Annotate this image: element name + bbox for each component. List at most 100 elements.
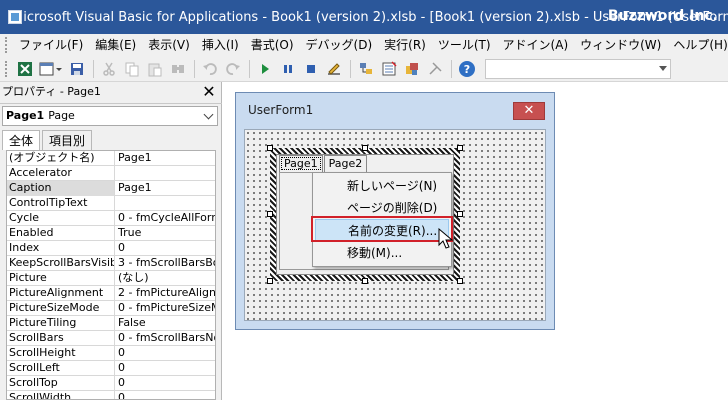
toolbox-icon[interactable] xyxy=(424,58,446,80)
resize-handle[interactable] xyxy=(362,145,368,151)
resize-handle[interactable] xyxy=(267,145,273,151)
property-row[interactable]: ScrollLeft 0 xyxy=(7,361,215,376)
property-name: Caption xyxy=(7,181,115,196)
design-mode-icon[interactable] xyxy=(323,58,345,80)
property-row[interactable]: Accelerator xyxy=(7,166,215,181)
menu-format[interactable]: 書式(O) xyxy=(245,34,300,56)
property-row[interactable]: ScrollHeight 0 xyxy=(7,346,215,361)
save-icon[interactable] xyxy=(66,58,88,80)
menu-insert[interactable]: 挿入(I) xyxy=(196,34,245,56)
property-row[interactable]: Cycle0 - fmCycleAllForms xyxy=(7,211,215,226)
property-name: Enabled xyxy=(7,226,115,241)
menu-window[interactable]: ウィンドウ(W) xyxy=(574,34,667,56)
toolbar-separator xyxy=(451,59,452,78)
property-row[interactable]: PictureTiling False xyxy=(7,316,215,331)
tab-page1[interactable]: Page1 xyxy=(279,155,323,172)
property-name: ScrollWidth xyxy=(7,391,115,399)
property-row[interactable]: PictureSizeMode0 - fmPictureSizeModeClip xyxy=(7,301,215,316)
property-row[interactable]: ScrollBars0 - fmScrollBarsNone xyxy=(7,331,215,346)
object-name: Page1 xyxy=(6,109,45,122)
property-row[interactable]: ScrollWidth 0 xyxy=(7,391,215,399)
property-value[interactable]: 0 - fmPictureSizeModeClip xyxy=(115,301,215,316)
property-value[interactable]: 0 - fmScrollBarsNone xyxy=(115,331,215,346)
property-row[interactable]: Caption Page1 xyxy=(7,181,215,196)
resize-handle[interactable] xyxy=(362,278,368,284)
property-row[interactable]: KeepScrollBarsVisible3 - fmScrollBarsBot… xyxy=(7,256,215,271)
property-value[interactable]: Page1 xyxy=(115,181,215,196)
menubar-grip[interactable] xyxy=(5,37,7,53)
resize-handle[interactable] xyxy=(267,278,273,284)
properties-tabs: 全体 項目別 xyxy=(2,130,94,150)
property-value[interactable]: Page1 xyxy=(115,151,215,166)
menu-file[interactable]: ファイル(F) xyxy=(13,34,89,56)
standard-toolbar: ? xyxy=(0,56,728,82)
property-value[interactable]: True xyxy=(115,226,215,241)
excel-view-icon[interactable] xyxy=(14,58,36,80)
menu-run[interactable]: 実行(R) xyxy=(378,34,432,56)
property-value[interactable]: 2 - fmPictureAlignmentCenter xyxy=(115,286,215,301)
title-bar: Microsoft Visual Basic for Applications … xyxy=(0,0,728,34)
property-value[interactable]: 0 - fmCycleAllForms xyxy=(115,211,215,226)
menu-tools[interactable]: ツール(T) xyxy=(432,34,497,56)
toolbar-separator xyxy=(249,59,250,78)
properties-window-icon[interactable] xyxy=(378,58,400,80)
resize-handle[interactable] xyxy=(457,145,463,151)
property-value[interactable] xyxy=(115,196,215,211)
property-value[interactable]: 0 xyxy=(115,361,215,376)
property-row[interactable]: PictureAlignment2 - fmPictureAlignmentCe… xyxy=(7,286,215,301)
property-value[interactable]: 0 xyxy=(115,346,215,361)
property-grid: (オブジェクト名) Page1 Accelerator Caption Page1 … xyxy=(6,150,216,400)
object-selector[interactable]: Page1 Page xyxy=(2,106,218,126)
toolbar-combo[interactable] xyxy=(485,58,671,79)
toolbar-grip[interactable] xyxy=(5,60,8,77)
paste-icon[interactable] xyxy=(144,58,166,80)
menu-view[interactable]: 表示(V) xyxy=(142,34,196,56)
menu-edit[interactable]: 編集(E) xyxy=(89,34,142,56)
property-row[interactable]: (オブジェクト名) Page1 xyxy=(7,151,215,166)
close-icon[interactable]: ✕ xyxy=(201,84,217,100)
menu-item-move[interactable]: 移動(M)... xyxy=(313,242,451,264)
property-name: Cycle xyxy=(7,211,115,226)
property-name: Picture xyxy=(7,271,115,286)
resize-handle[interactable] xyxy=(457,278,463,284)
find-icon[interactable] xyxy=(167,58,189,80)
menu-addins[interactable]: アドイン(A) xyxy=(497,34,575,56)
undo-icon[interactable] xyxy=(199,58,221,80)
property-row[interactable]: ControlTipText xyxy=(7,196,215,211)
userform-title: UserForm1 xyxy=(248,103,314,117)
property-value[interactable]: (なし) xyxy=(115,271,215,286)
resize-handle[interactable] xyxy=(267,211,273,217)
property-value[interactable]: 0 xyxy=(115,376,215,391)
insert-userform-icon[interactable] xyxy=(37,58,65,80)
menu-help[interactable]: ヘルプ(H) xyxy=(667,34,728,56)
menu-item-new-page[interactable]: 新しいページ(N) xyxy=(313,175,451,197)
help-icon[interactable]: ? xyxy=(456,58,478,80)
property-row[interactable]: ScrollTop 0 xyxy=(7,376,215,391)
menu-debug[interactable]: デバッグ(D) xyxy=(300,34,379,56)
tab-page2[interactable]: Page2 xyxy=(323,155,368,172)
property-name: ScrollLeft xyxy=(7,361,115,376)
tab-categorized[interactable]: 項目別 xyxy=(42,130,93,150)
property-value[interactable]: 3 - fmScrollBarsBoth xyxy=(115,256,215,271)
run-icon[interactable] xyxy=(254,58,276,80)
copy-icon[interactable] xyxy=(121,58,143,80)
object-browser-icon[interactable] xyxy=(401,58,423,80)
redo-icon[interactable] xyxy=(222,58,244,80)
property-value[interactable]: False xyxy=(115,316,215,331)
property-name: Index xyxy=(7,241,115,256)
property-value[interactable]: 0 xyxy=(115,241,215,256)
property-row[interactable]: Index 0 xyxy=(7,241,215,256)
reset-icon[interactable] xyxy=(300,58,322,80)
property-value[interactable]: 0 xyxy=(115,391,215,399)
multipage-tabs: Page1 Page2 xyxy=(279,155,368,172)
resize-handle[interactable] xyxy=(457,211,463,217)
property-row[interactable]: Picture (なし) xyxy=(7,271,215,286)
tab-alphabetic[interactable]: 全体 xyxy=(2,130,41,150)
project-explorer-icon[interactable] xyxy=(355,58,377,80)
property-name: PictureSizeMode xyxy=(7,301,115,316)
pause-icon[interactable] xyxy=(277,58,299,80)
close-icon[interactable]: ✕ xyxy=(513,102,545,120)
property-row[interactable]: Enabled True xyxy=(7,226,215,241)
cut-icon[interactable] xyxy=(98,58,120,80)
property-value[interactable] xyxy=(115,166,215,181)
